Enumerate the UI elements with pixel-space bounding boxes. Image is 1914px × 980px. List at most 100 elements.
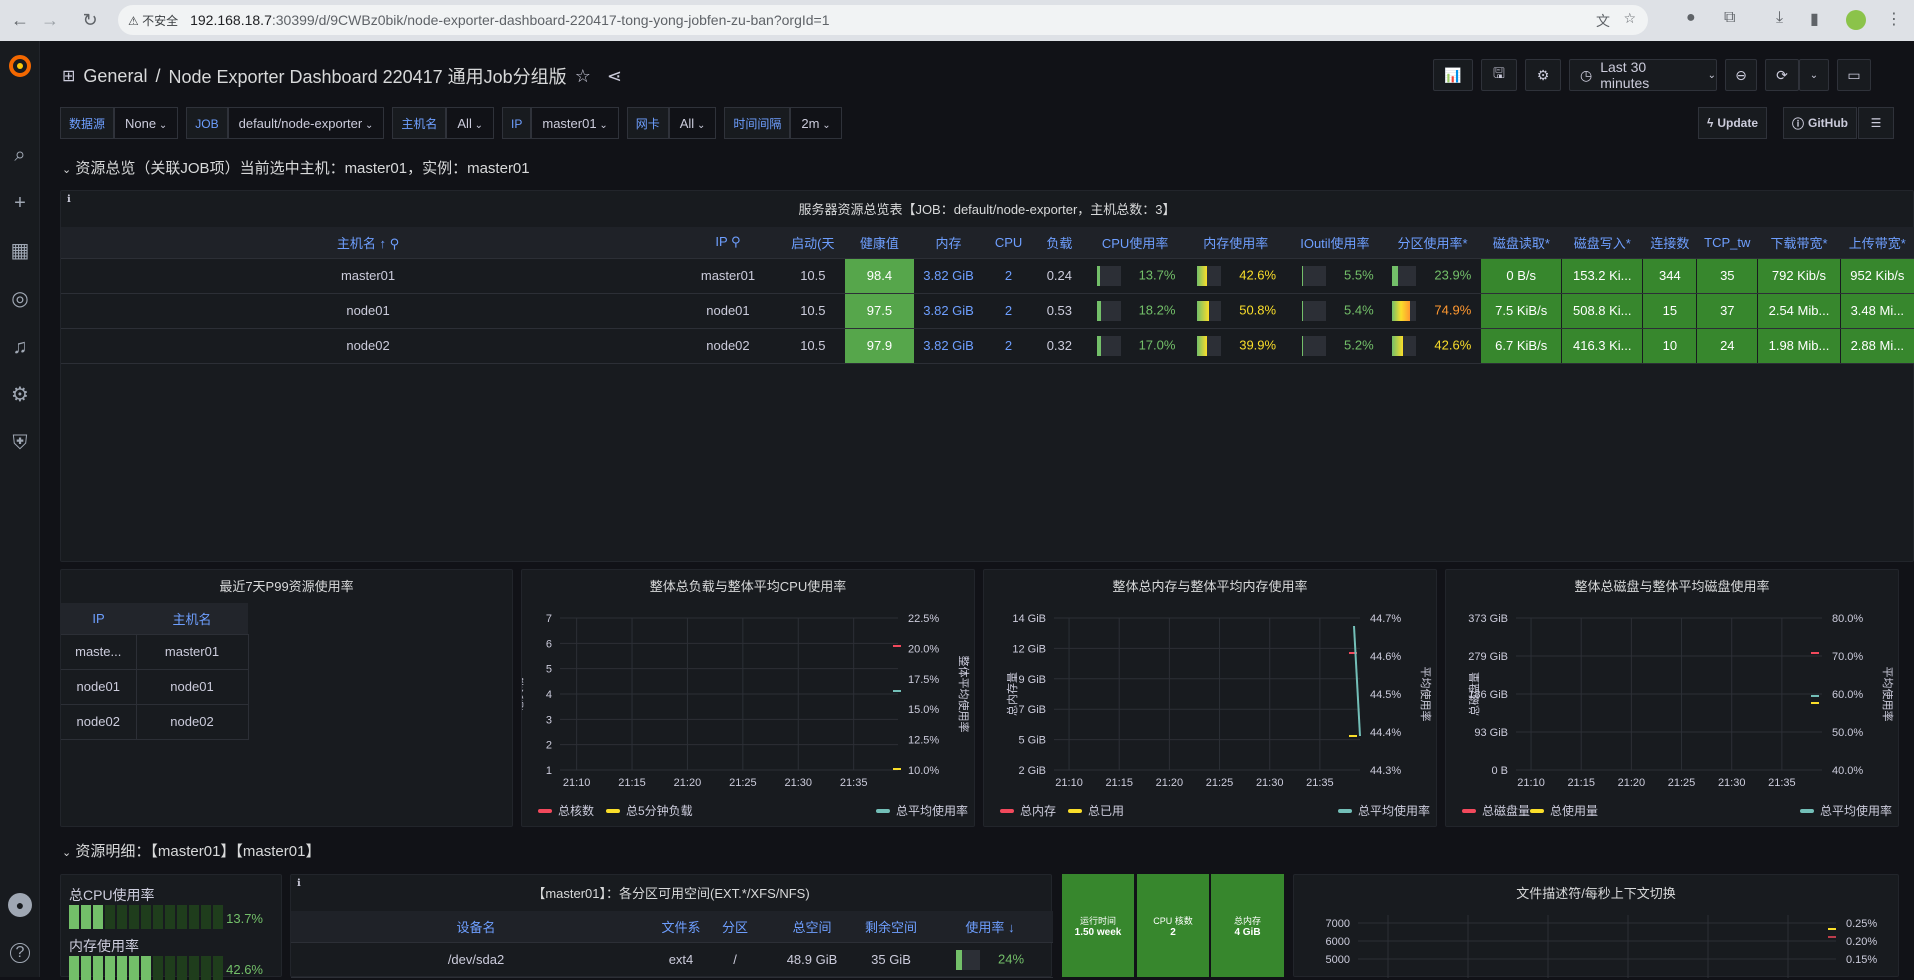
chart-svg[interactable]: 21:10 21:15 21:20 21:25 21:30 21:350 B93 GiB1… [1446,570,1900,828]
col-header-usage[interactable]: 使用率 ↓ [927,911,1053,943]
grafana-logo-icon[interactable] [7,53,33,79]
save-dashboard-button[interactable]: 🖫 [1481,59,1517,91]
security-indicator[interactable]: ⚠ 不安全 [128,12,178,29]
create-plus-icon[interactable]: + [8,191,32,215]
col-header[interactable]: TCP_tw [1696,227,1758,259]
col-header-mount[interactable]: 分区 [701,911,769,943]
download-icon[interactable]: ⤓ [1776,9,1783,27]
led-segment [141,956,151,980]
back-icon[interactable]: ← [6,10,34,31]
variable-label: 数据源 [60,107,115,139]
user-avatar[interactable]: ● [8,893,32,917]
col-header[interactable]: 磁盘写入* [1561,227,1643,259]
server-admin-shield-icon[interactable]: ⛨ [8,431,32,455]
col-header-ip[interactable]: IP [61,603,136,635]
time-picker-button[interactable]: ◷ Last 30 minutes ⌄ [1569,59,1717,91]
variable-select[interactable]: master01 ⌄ [531,107,619,139]
y2-tick-label: 44.6% [1370,651,1401,663]
legend-item[interactable]: 总使用量 [1530,803,1598,818]
legend-item[interactable]: 总平均使用率 [1338,803,1430,818]
forward-icon[interactable]: → [36,10,64,31]
stat-uptime: 运行时间 1.50 week [1062,874,1134,977]
extension-icon[interactable]: ● [1686,9,1696,27]
profile-avatar[interactable] [1846,10,1866,30]
legend-item[interactable]: 总平均使用率 [876,803,968,818]
col-header[interactable]: 内存使用率 [1185,227,1287,259]
col-header[interactable]: 连接数 [1642,227,1697,259]
dashboard-title[interactable]: Node Exporter Dashboard 220417 通用Job分组版 [168,63,566,89]
col-header[interactable]: 上传带宽* [1840,227,1914,259]
col-header[interactable]: 主机名 ↑ ⚲ [61,227,676,259]
alerting-bell-icon[interactable]: ♫ [8,335,32,359]
dashboards-icon[interactable]: ▦ [8,239,32,263]
help-icon[interactable]: ? [10,943,30,963]
variable-select[interactable]: default/node-exporter ⌄ [227,107,385,139]
configuration-gear-icon[interactable]: ⚙ [8,383,32,407]
col-header[interactable]: 分区使用率* [1383,227,1482,259]
legend-swatch [1000,809,1014,813]
series-line[interactable] [1353,625,1361,737]
col-header[interactable]: 磁盘读取* [1481,227,1562,259]
legend-item[interactable]: 总平均使用率 [1800,803,1892,818]
refresh-interval-dropdown[interactable]: ⌄ [1799,59,1829,91]
translate-icon[interactable]: 文 [1596,11,1610,31]
legend-item[interactable]: 总5分钟负载 [606,803,693,818]
chevron-down-icon: ⌄ [819,120,831,131]
variable-value: default/node-exporter [238,116,363,131]
row-header-detail[interactable]: ⌄ 资源明细：【master01】【master01】 [62,840,320,861]
chevron-down-icon: ⌄ [62,164,72,176]
update-link[interactable]: ϟ Update [1698,107,1768,139]
col-header-device[interactable]: 设备名 [291,911,661,943]
share-icon[interactable]: ⋖ [607,66,622,87]
col-header[interactable]: 负载 [1033,227,1085,259]
breadcrumb-folder[interactable]: General [83,66,147,87]
chart-svg[interactable]: 7000 6000 5000 0.25% 0.20% 0.15% [1294,875,1900,978]
bookmark-star-icon[interactable]: ☆ [1623,10,1636,27]
reload-icon[interactable]: ↻ [76,10,104,31]
col-header[interactable]: 健康值 [844,227,914,259]
led-segment [177,905,187,929]
legend-item[interactable]: 总磁盘量 [1462,803,1530,818]
variable-select[interactable]: 2m ⌄ [790,107,842,139]
chevron-down-icon: ⌄ [694,120,706,131]
search-icon[interactable]: ⌕ [8,143,32,167]
tv-mode-button[interactable]: ▭ [1837,59,1871,91]
col-header[interactable]: CPU使用率 [1084,227,1186,259]
legend-item[interactable]: 总已用 [1068,804,1124,818]
address-bar[interactable]: ⚠ 不安全 192.168.18.7:30399/d/9CWBz0bik/nod… [118,5,1648,35]
col-header[interactable]: 下载带宽* [1757,227,1841,259]
sort-filter-icon[interactable]: ↑ ⚲ [376,236,400,251]
star-icon[interactable]: ☆ [575,66,591,87]
dashboard-settings-button[interactable]: ⚙ [1525,59,1561,91]
zoom-out-button[interactable]: ⊖ [1725,59,1757,91]
row-header-overview[interactable]: ⌄ 资源总览（关联JOB项）当前选中主机：master01，实例：master0… [62,157,530,178]
gauge-bar [1302,265,1327,286]
variable-select[interactable]: None ⌄ [114,107,179,139]
filter-icon[interactable]: ⚲ [727,234,741,249]
col-header[interactable]: 内存 [914,227,984,259]
col-header[interactable]: IP ⚲ [675,227,781,259]
browser-menu-icon[interactable]: ⋮ [1886,9,1902,29]
col-header-total[interactable]: 总空间 [769,911,855,943]
extensions-puzzle-icon[interactable]: ⧉ [1724,9,1735,27]
variable-select[interactable]: All ⌄ [668,107,717,139]
table-row: node01 node01 10.5 97.5 3.82 GiB 2 0.53 18.2% 50… [61,293,1914,329]
add-panel-button[interactable]: 📊 [1433,59,1473,91]
chart-svg[interactable]: 21:10 21:15 21:20 21:25 21:30 21:35 2 GiB 5 GiB… [984,570,1438,828]
col-header[interactable]: IOutil使用率 [1286,227,1384,259]
col-header-host[interactable]: 主机名 [136,603,248,635]
variable-select[interactable]: All ⌄ [446,107,495,139]
col-header[interactable]: CPU [983,227,1034,259]
chart-svg[interactable]: 21:10 21:15 21:20 21:25 21:30 21:35 1 2 3 4 5 6 7 10.… [522,570,976,828]
dashboard-links-menu[interactable]: ☰ [1858,107,1894,139]
github-link[interactable]: ⓘ GitHub [1783,107,1858,139]
explore-compass-icon[interactable]: ◎ [8,287,32,311]
col-header-free[interactable]: 剩余空间 [855,911,927,943]
refresh-button[interactable]: ⟳ [1765,59,1799,91]
col-header[interactable]: 启动(天 [780,227,845,259]
legend-item[interactable]: 总核数 [538,803,594,818]
col-header-fs[interactable]: 文件系 [661,911,701,943]
legend-item[interactable]: 总内存 [1000,804,1056,818]
sidepanel-icon[interactable]: ▮ [1810,9,1819,29]
x-tick-label: 21:30 [1256,777,1284,789]
